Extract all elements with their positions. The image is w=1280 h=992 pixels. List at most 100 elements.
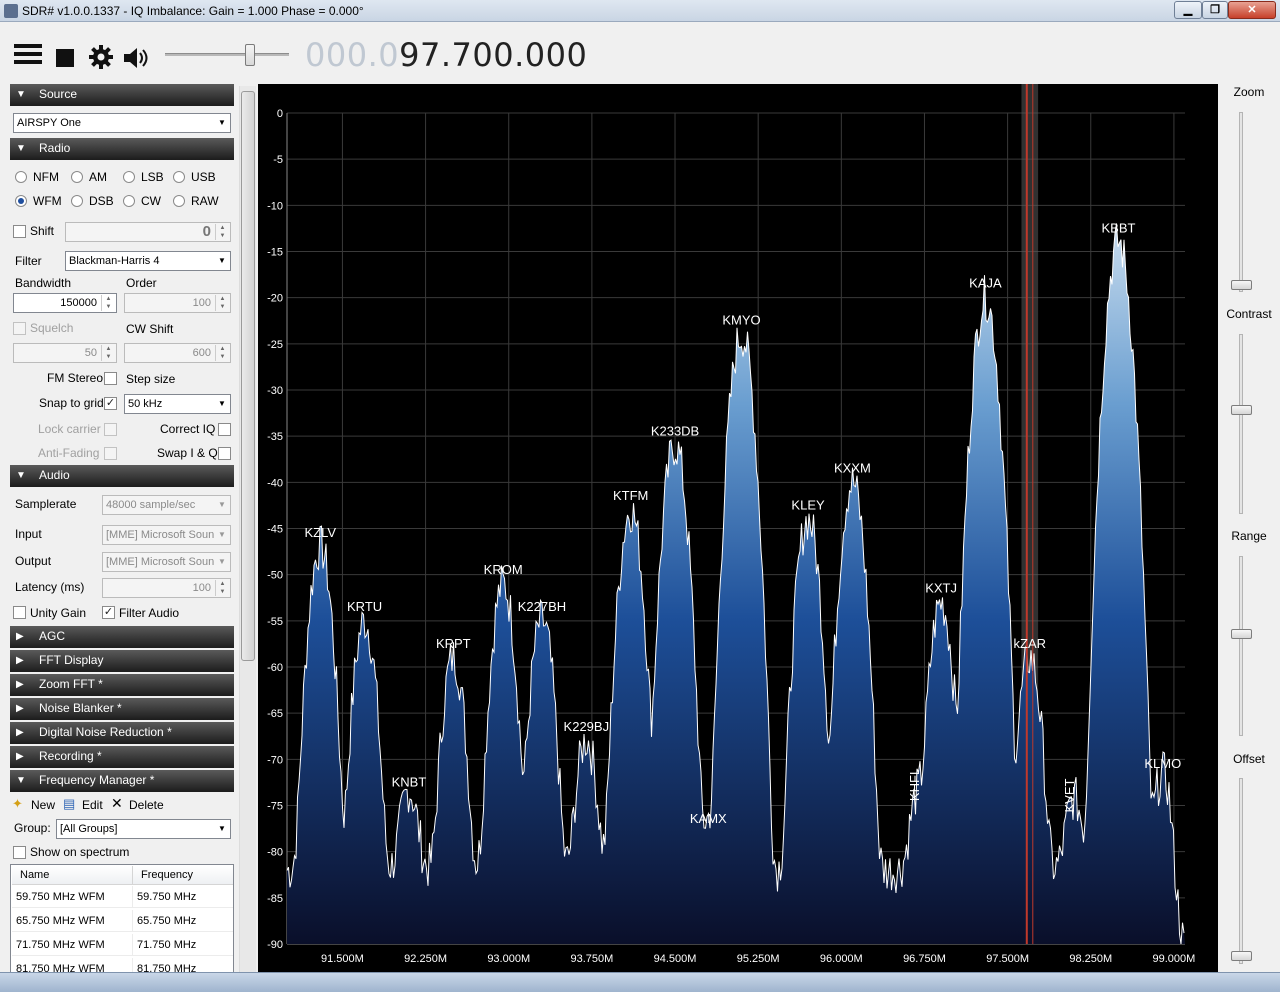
minimize-button[interactable]: ▁ <box>1174 1 1202 19</box>
range-slider[interactable] <box>1239 556 1243 736</box>
column-name[interactable]: Name <box>12 866 133 885</box>
mode-radio-nfm[interactable] <box>15 171 27 183</box>
contrast-slider[interactable] <box>1239 334 1243 514</box>
column-frequency[interactable]: Frequency <box>133 866 233 885</box>
table-row[interactable]: 65.750 MHz WFM <box>12 910 133 932</box>
mode-radio-wfm[interactable] <box>15 195 27 207</box>
squelch-input[interactable]: 50 ▲ ▼ <box>13 343 117 363</box>
panel-header-recording[interactable]: ▶ Recording * <box>10 746 234 768</box>
delete-icon[interactable]: ✕ <box>111 795 123 812</box>
zoom-slider[interactable] <box>1239 112 1243 292</box>
source-header[interactable]: ▼ Source <box>10 84 234 106</box>
offset-slider-thumb[interactable] <box>1231 951 1252 961</box>
latency-label: Latency (ms) <box>15 580 85 594</box>
new-icon[interactable]: ✦ <box>12 796 23 812</box>
order-input[interactable]: 100 ▲ ▼ <box>124 293 231 313</box>
scrollbar-thumb[interactable] <box>241 91 255 661</box>
stop-icon[interactable] <box>56 49 74 67</box>
shift-checkbox[interactable] <box>13 225 26 238</box>
snap-to-grid-checkbox[interactable]: ✓ <box>104 397 117 410</box>
menu-icon[interactable] <box>14 44 42 72</box>
y-tick-label: -65 <box>267 708 283 720</box>
mode-radio-cw[interactable] <box>123 195 135 207</box>
latency-input[interactable]: 100 ▲ ▼ <box>102 578 231 598</box>
fm-stereo-label: FM Stereo <box>47 371 104 385</box>
panel-header-agc[interactable]: ▶ AGC <box>10 626 234 648</box>
close-button[interactable]: ✕ <box>1228 1 1276 19</box>
zoom-slider-thumb[interactable] <box>1231 280 1252 290</box>
mode-radio-usb[interactable] <box>173 171 185 183</box>
filter-select[interactable]: Blackman-Harris 4 ▼ <box>65 251 231 271</box>
new-button[interactable]: New <box>31 798 55 812</box>
edit-icon[interactable]: ▤ <box>63 796 75 812</box>
frequency-display[interactable]: 000.097.700.000 <box>305 36 587 74</box>
chevron-down-icon: ▼ <box>218 399 226 408</box>
table-row[interactable]: 59.750 MHz WFM <box>12 886 133 908</box>
gear-icon[interactable] <box>88 44 114 70</box>
radio-header[interactable]: ▼ Radio <box>10 138 234 160</box>
lock-carrier-label: Lock carrier <box>38 422 101 436</box>
step-size-select[interactable]: 50 kHz ▼ <box>124 394 231 414</box>
y-tick-label: -40 <box>267 477 283 489</box>
lock-carrier-checkbox[interactable] <box>104 423 117 436</box>
fm-stereo-checkbox[interactable] <box>104 372 117 385</box>
panel-header-digital-noise-reduction[interactable]: ▶ Digital Noise Reduction * <box>10 722 234 744</box>
table-cell-frequency[interactable]: 71.750 MHz <box>133 934 233 956</box>
table-row[interactable]: 71.750 MHz WFM <box>12 934 133 956</box>
cw-shift-input[interactable]: 600 ▲ ▼ <box>124 343 231 363</box>
control-panel: ▼ Source AIRSPY One ▼ ▼ Radio NFM AM LSB USB WF… <box>0 84 258 972</box>
audio-header[interactable]: ▼ Audio <box>10 465 234 487</box>
unity-gain-checkbox[interactable] <box>13 606 26 619</box>
mode-radio-dsb[interactable] <box>71 195 83 207</box>
y-tick-label: -50 <box>267 570 283 582</box>
panel-header-noise-blanker[interactable]: ▶ Noise Blanker * <box>10 698 234 720</box>
swap-iq-checkbox[interactable] <box>218 447 231 460</box>
contrast-slider-thumb[interactable] <box>1231 405 1252 415</box>
station-label: KROM <box>484 562 523 577</box>
chevron-right-icon: ▶ <box>16 631 24 642</box>
bandwidth-input[interactable]: 150000 ▲ ▼ <box>13 293 117 313</box>
chevron-right-icon: ▶ <box>16 679 24 690</box>
spectrum-chart[interactable]: 0 -5 -10 -15 -20 -25 -30 -35 -40 -45 -50 -55 -60 -65 -… <box>258 84 1218 973</box>
panel-header-fft-display[interactable]: ▶ FFT Display <box>10 650 234 672</box>
chevron-down-icon: ▼ <box>16 89 26 100</box>
edit-button[interactable]: Edit <box>82 798 103 812</box>
table-row[interactable]: 81.750 MHz WFM <box>12 958 133 972</box>
order-label: Order <box>126 276 157 290</box>
volume-slider-track[interactable] <box>165 53 289 56</box>
table-cell-frequency[interactable]: 59.750 MHz <box>133 886 233 908</box>
squelch-checkbox[interactable] <box>13 322 26 335</box>
maximize-button[interactable]: ❐ <box>1202 1 1228 19</box>
delete-button[interactable]: Delete <box>129 798 164 812</box>
x-tick-label: 95.250M <box>737 953 780 965</box>
correct-iq-label: Correct IQ <box>160 422 216 436</box>
chevron-right-icon: ▶ <box>16 655 24 666</box>
output-select[interactable]: [MME] Microsoft Soun ▼ <box>102 552 231 572</box>
mode-radio-lsb[interactable] <box>123 171 135 183</box>
station-label: KZLV <box>304 525 336 540</box>
speaker-icon[interactable] <box>122 46 152 70</box>
panel-scrollbar[interactable] <box>239 86 256 974</box>
correct-iq-checkbox[interactable] <box>218 423 231 436</box>
frequency-manager-header[interactable]: ▼ Frequency Manager * <box>10 770 234 792</box>
display-controls: Zoom Contrast Range Offset <box>1218 84 1280 973</box>
mode-radio-am[interactable] <box>71 171 83 183</box>
input-select[interactable]: [MME] Microsoft Soun ▼ <box>102 525 231 545</box>
show-on-spectrum-checkbox[interactable] <box>13 846 26 859</box>
spectrum-analyzer[interactable]: 0 -5 -10 -15 -20 -25 -30 -35 -40 -45 -50 -55 -60 -65 -… <box>258 84 1218 973</box>
station-label: KLMO <box>1144 756 1181 771</box>
anti-fading-checkbox[interactable] <box>104 447 117 460</box>
group-select[interactable]: [All Groups] ▼ <box>56 819 231 839</box>
samplerate-select[interactable]: 48000 sample/sec ▼ <box>102 495 231 515</box>
filter-audio-checkbox[interactable]: ✓ <box>102 606 115 619</box>
table-cell-frequency[interactable]: 81.750 MHz <box>133 958 233 972</box>
mode-radio-raw[interactable] <box>173 195 185 207</box>
station-label: kZAR <box>1014 636 1046 651</box>
volume-slider-thumb[interactable] <box>245 44 255 66</box>
table-cell-frequency[interactable]: 65.750 MHz <box>133 910 233 932</box>
panel-header-zoom-fft[interactable]: ▶ Zoom FFT * <box>10 674 234 696</box>
offset-slider[interactable] <box>1239 778 1243 964</box>
range-slider-thumb[interactable] <box>1231 629 1252 639</box>
shift-input[interactable]: 0 ▲ ▼ <box>65 222 231 242</box>
source-select[interactable]: AIRSPY One ▼ <box>13 113 231 133</box>
